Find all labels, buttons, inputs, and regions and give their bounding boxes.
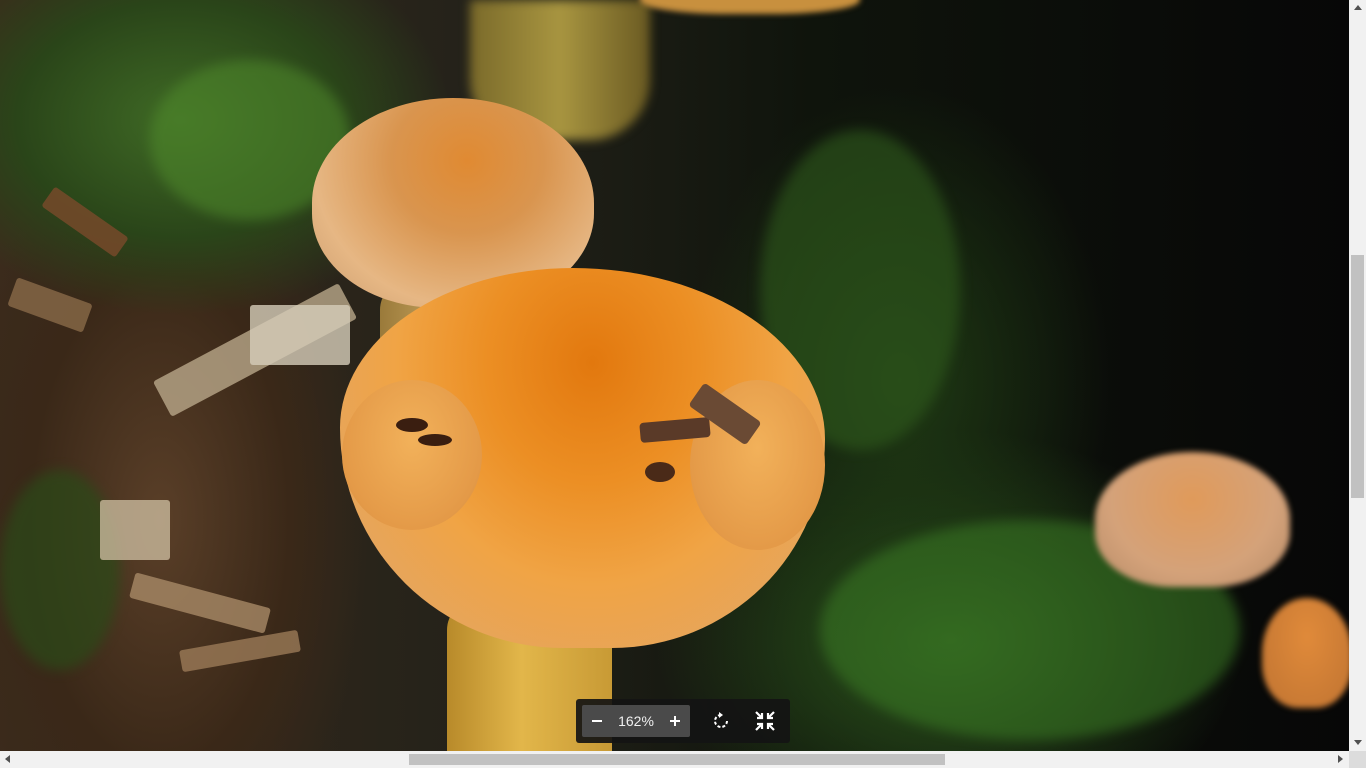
mushroom-cap-distant [1262,598,1349,708]
scroll-right-arrow-icon[interactable] [1338,755,1343,763]
scroll-left-arrow-icon[interactable] [5,755,10,763]
zoom-toolbar: 162% [576,699,790,743]
wood-chip [250,305,350,365]
horizontal-scroll-thumb[interactable] [409,754,945,765]
mushroom-cap-distant [1095,452,1290,587]
debris-speck [418,434,452,446]
scrollbar-corner [1349,751,1366,768]
zoom-control-group: 162% [582,705,690,737]
wood-chip [100,500,170,560]
fit-to-screen-button[interactable] [750,705,780,737]
plus-icon [670,716,680,726]
vertical-scroll-thumb[interactable] [1351,255,1364,498]
image-viewport[interactable]: 162% [0,0,1349,751]
mushroom-lobe [342,380,482,530]
scroll-down-arrow-icon[interactable] [1354,740,1362,745]
debris-speck [645,462,675,482]
wood-chip [129,572,271,634]
wood-chip [7,277,93,333]
zoom-level: 162% [618,713,654,729]
zoom-out-button[interactable] [582,705,612,737]
debris-speck [396,418,428,432]
rotate-icon [714,712,728,728]
wood-chip [41,186,129,258]
vertical-scrollbar[interactable] [1349,0,1366,751]
zoom-in-button[interactable] [660,705,690,737]
minus-icon [592,720,602,722]
rotate-button[interactable] [706,705,736,737]
mushroom-cap-blurred [640,0,860,14]
compress-icon [755,711,775,731]
scroll-up-arrow-icon[interactable] [1354,5,1362,10]
wood-chip [179,629,301,673]
horizontal-scrollbar[interactable] [0,751,1349,768]
